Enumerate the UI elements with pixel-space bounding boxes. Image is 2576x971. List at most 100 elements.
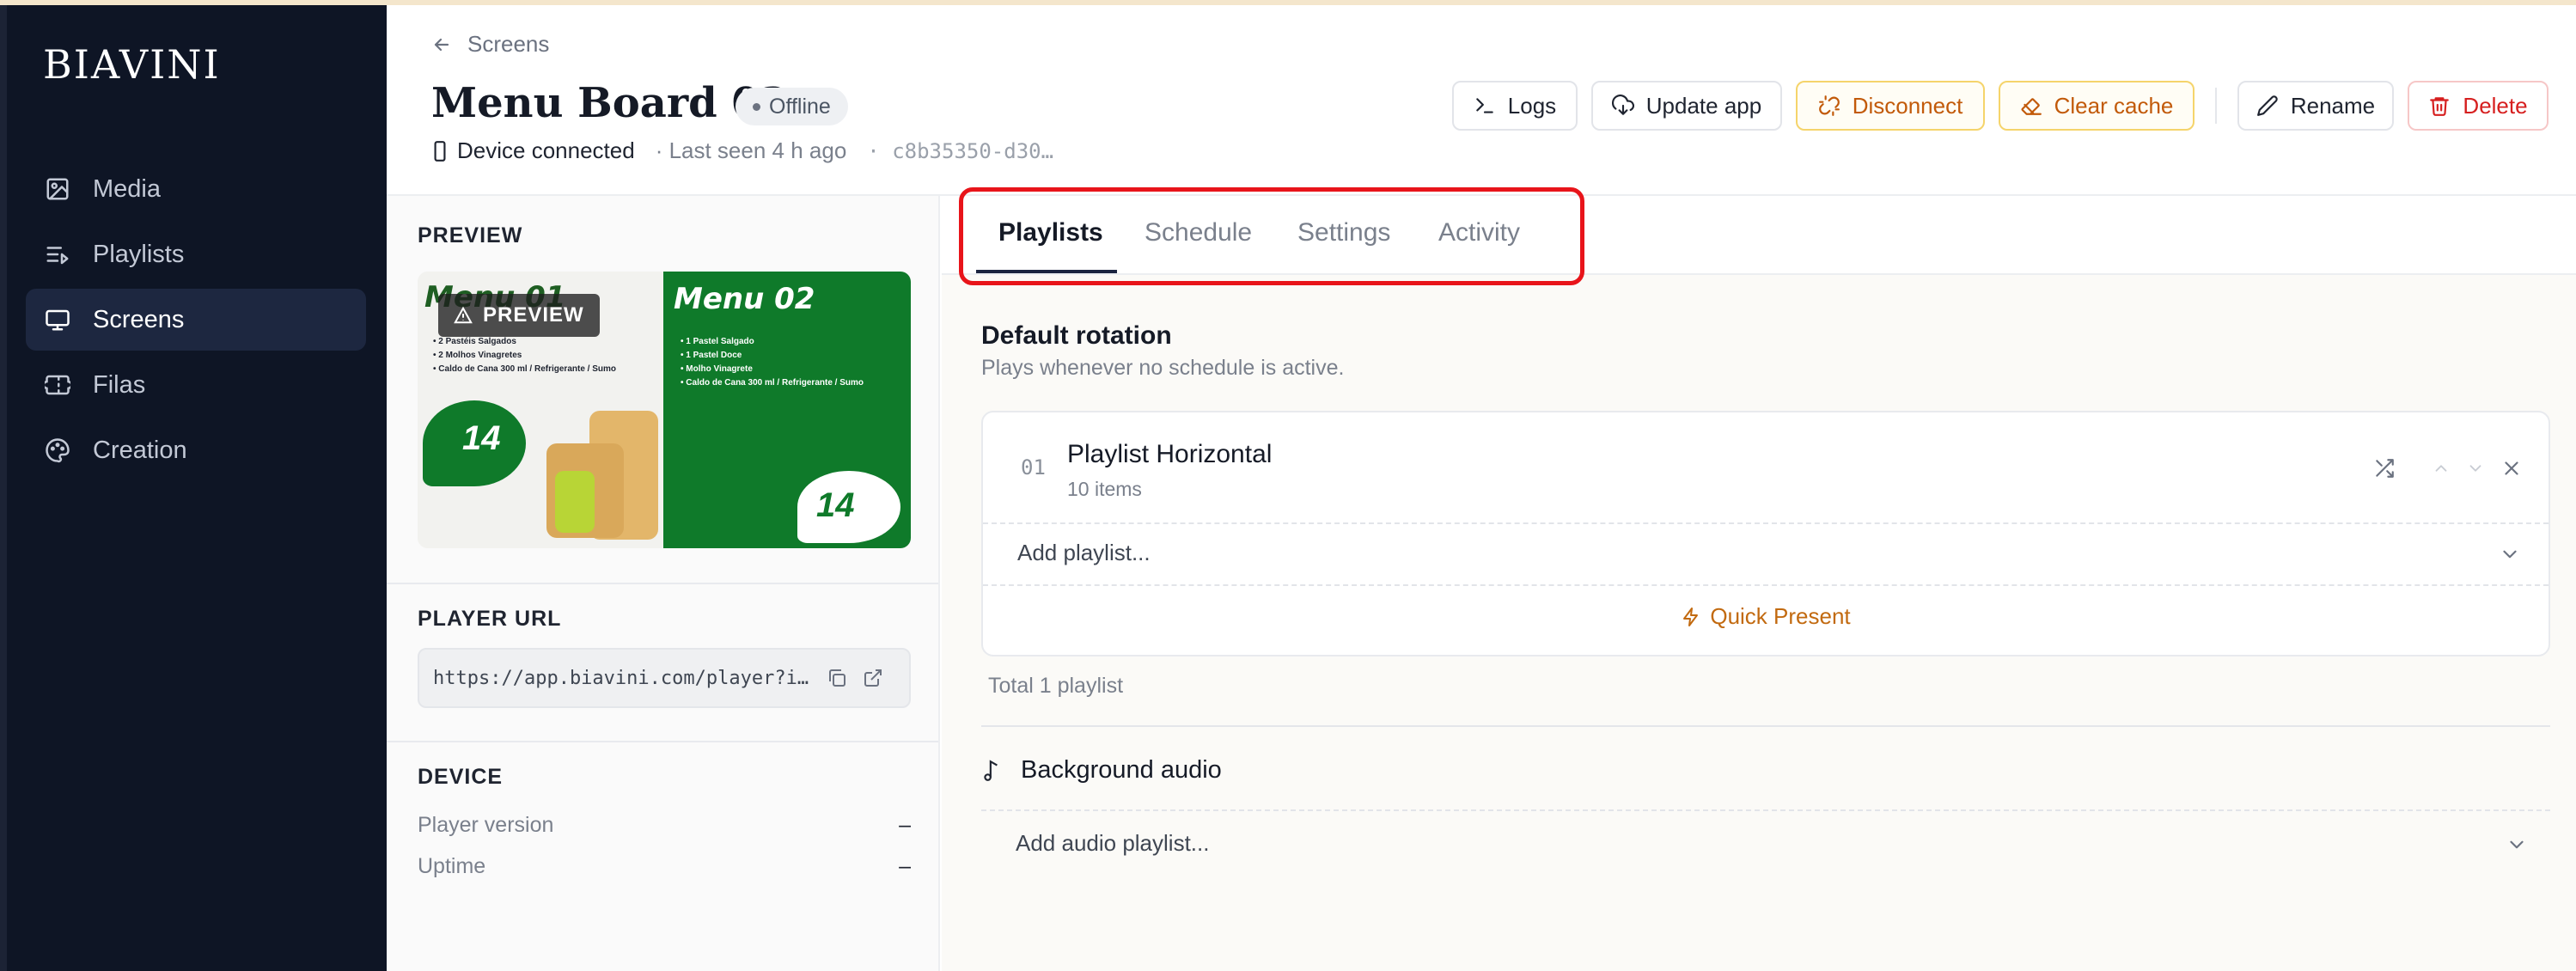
player-version-row: Player version –: [418, 813, 911, 838]
preview-right-lines: • 1 Pastel Salgado • 1 Pastel Doce • Mol…: [681, 335, 904, 390]
add-audio-placeholder: Add audio playlist...: [1016, 830, 1210, 856]
sidebar-item-label: Media: [93, 174, 161, 203]
sidebar-item-label: Filas: [93, 370, 146, 399]
terminal-icon: [1476, 98, 1493, 113]
breadcrumb-label: Screens: [467, 31, 550, 57]
add-playlist-placeholder: Add playlist...: [1017, 540, 1151, 565]
sidebar: BIAVINI Media Playlists Screens Filas Cr…: [0, 5, 387, 971]
row-divider: [983, 522, 2549, 524]
device-meta: Device connected · Last seen 4 h ago · c…: [431, 137, 1053, 164]
sidebar-edge: [0, 5, 7, 971]
playlist-actions: [2358, 457, 2523, 479]
arrow-left-icon: [434, 38, 449, 51]
preview-left-lines: • 2 Pastéis Salgados • 2 Molhos Vinagret…: [433, 335, 656, 376]
disconnect-label: Disconnect: [1852, 92, 1963, 119]
sidebar-item-label: Screens: [93, 305, 185, 333]
unlink-icon: [1818, 95, 1840, 116]
sidebar-item-label: Playlists: [93, 240, 185, 268]
preview-left-line: • 2 Pastéis Salgados: [433, 337, 516, 346]
preview-right-heading: Menu 02: [674, 282, 815, 316]
device-connected-label: Device connected: [457, 137, 635, 163]
uptime-label: Uptime: [418, 854, 486, 878]
preview-menu-right: Menu 02 • 1 Pastel Salgado • 1 Pastel Do…: [663, 272, 911, 548]
quick-present-button[interactable]: Quick Present: [983, 603, 2549, 630]
clear-cache-label: Clear cache: [2054, 92, 2174, 119]
music-note-icon: [984, 759, 998, 781]
row-divider: [981, 809, 2550, 811]
section-divider: [387, 741, 938, 742]
screen-details-panel: PREVIEW Menu 01 • 2 Pastéis Salgados • 2…: [387, 196, 940, 971]
sidebar-item-label: Creation: [93, 436, 187, 464]
preview-left-line: • Caldo de Cana 300 ml / Refrigerante / …: [433, 364, 617, 374]
preview-title: PREVIEW: [418, 223, 523, 247]
palette-icon: [46, 438, 70, 463]
close-icon[interactable]: [2500, 457, 2523, 479]
logs-button[interactable]: Logs: [1452, 81, 1578, 131]
trash-icon: [2430, 97, 2450, 116]
update-app-label: Update app: [1645, 92, 1762, 119]
monitor-icon: [46, 309, 70, 331]
device-id[interactable]: · c8b35350-d30…: [867, 139, 1053, 163]
preview-badge: PREVIEW: [438, 294, 600, 337]
chevron-up-icon[interactable]: [2432, 459, 2451, 478]
ticket-icon: [45, 375, 70, 395]
shuffle-icon[interactable]: [2373, 457, 2396, 479]
sidebar-item-filas[interactable]: Filas: [26, 354, 366, 416]
player-url-value[interactable]: https://app.biavini.com/player?i…: [433, 668, 811, 689]
quick-present-label: Quick Present: [1710, 603, 1851, 629]
background-audio-title: Background audio: [1021, 756, 1222, 784]
uptime-row: Uptime –: [418, 854, 911, 879]
breadcrumb[interactable]: Screens: [431, 31, 549, 58]
playlist-item-count: 10 items: [1067, 478, 1142, 500]
section-divider: [387, 583, 938, 584]
preview-badge-label: PREVIEW: [483, 303, 584, 327]
eraser-icon: [2021, 98, 2042, 115]
logs-label: Logs: [1507, 92, 1557, 119]
status-badge: Offline: [736, 88, 848, 125]
default-rotation-subtitle: Plays whenever no schedule is active.: [981, 356, 1345, 380]
clear-cache-button[interactable]: Clear cache: [1999, 81, 2194, 131]
playlist-icon: [46, 247, 69, 265]
preview-left-price: 14: [462, 419, 501, 457]
sidebar-item-screens[interactable]: Screens: [26, 289, 366, 351]
chevron-down-icon: [2510, 840, 2524, 849]
background-audio-heading: Background audio: [981, 756, 1222, 785]
device-title: DEVICE: [418, 765, 504, 789]
tabs-highlight-annotation: [959, 187, 1584, 285]
row-divider: [983, 584, 2549, 586]
player-version-value: –: [899, 813, 911, 837]
tab-bar: Playlists Schedule Settings Activity: [942, 187, 2576, 285]
status-label: Offline: [769, 94, 831, 119]
pencil-icon: [2256, 95, 2278, 116]
playlist-total: Total 1 playlist: [988, 674, 1124, 698]
warning-icon: [454, 306, 473, 324]
main-content: Playlists Schedule Settings Activity Def…: [942, 187, 2576, 971]
chevron-down-icon[interactable]: [2466, 459, 2485, 478]
uptime-value: –: [899, 854, 911, 878]
external-link-icon[interactable]: [863, 668, 883, 688]
chevron-down-icon: [2503, 550, 2517, 559]
player-version-label: Player version: [418, 813, 554, 837]
section-divider: [981, 725, 2550, 727]
preview-right-price: 14: [816, 486, 855, 524]
sidebar-item-creation[interactable]: Creation: [26, 419, 366, 481]
delete-label: Delete: [2463, 92, 2528, 119]
copy-icon[interactable]: [827, 668, 847, 688]
sidebar-item-media[interactable]: Media: [26, 158, 366, 220]
screen-preview[interactable]: Menu 01 • 2 Pastéis Salgados • 2 Molhos …: [418, 272, 911, 548]
phone-icon: [434, 140, 446, 162]
playlist-name: Playlist Horizontal: [1067, 440, 1273, 468]
delete-button[interactable]: Delete: [2408, 81, 2549, 131]
app-logo[interactable]: BIAVINI: [43, 41, 221, 88]
update-app-button[interactable]: Update app: [1591, 81, 1782, 131]
status-dot: [753, 102, 760, 111]
last-seen: · Last seen 4 h ago: [655, 137, 847, 163]
disconnect-button[interactable]: Disconnect: [1796, 81, 1985, 131]
rotation-card: 01 Playlist Horizontal 10 items Add play…: [981, 411, 2550, 656]
sidebar-item-playlists[interactable]: Playlists: [26, 223, 366, 285]
rename-button[interactable]: Rename: [2237, 81, 2394, 131]
playlist-index: 01: [1021, 455, 1046, 479]
preview-right-line: • Caldo de Cana 300 ml / Refrigerante / …: [681, 378, 864, 388]
rename-label: Rename: [2290, 92, 2376, 119]
player-url-field[interactable]: https://app.biavini.com/player?i…: [418, 648, 911, 708]
